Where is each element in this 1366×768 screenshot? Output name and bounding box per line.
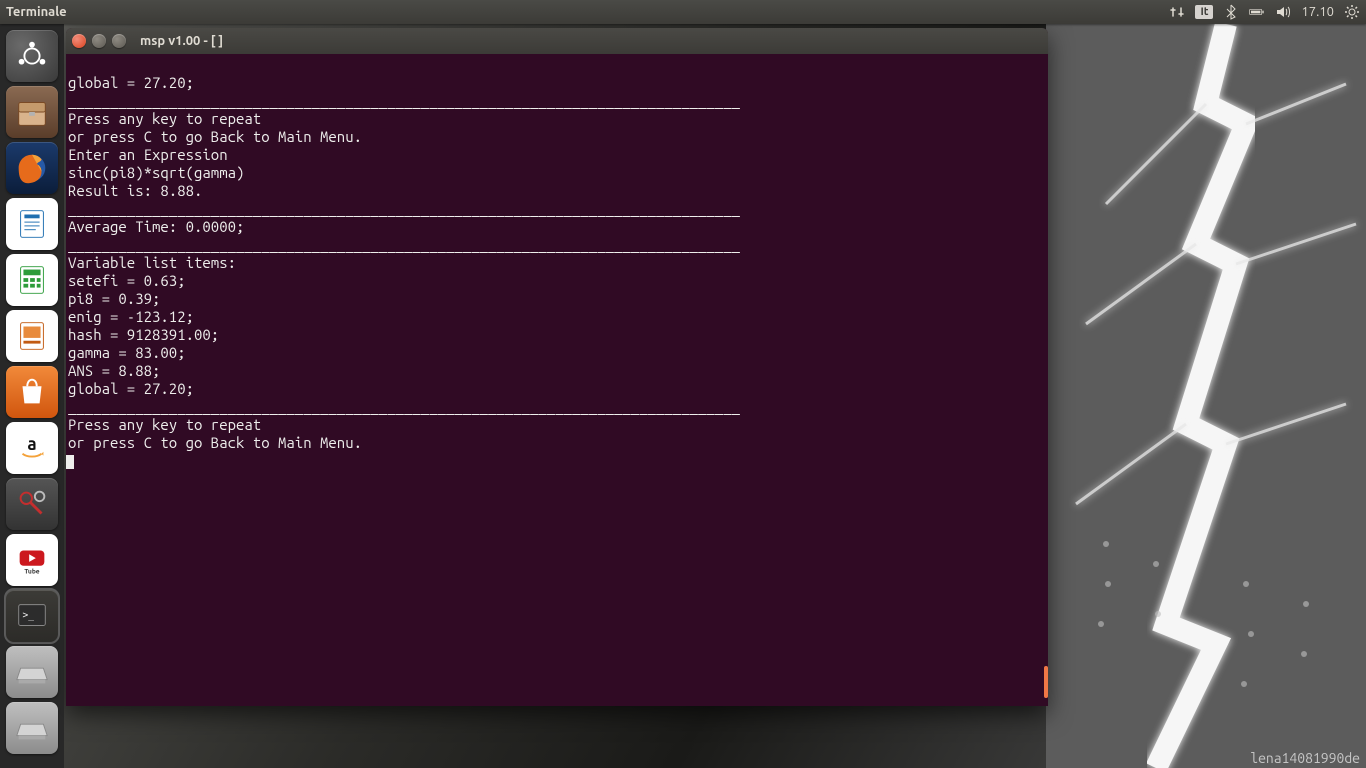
terminal-window: msp v1.00 - [ ] global = 27.20;_________… — [66, 28, 1048, 706]
terminal-line: global = 27.20; — [66, 380, 1048, 398]
launcher-amazon[interactable]: a — [6, 422, 58, 474]
amazon-icon: a — [13, 429, 51, 467]
ubuntu-logo-icon — [13, 37, 51, 75]
keyboard-layout-label: It — [1195, 5, 1213, 19]
svg-text:Tube: Tube — [24, 567, 39, 575]
terminal-line: ________________________________________… — [66, 200, 1048, 218]
network-indicator[interactable] — [1169, 4, 1185, 20]
launcher-writer[interactable] — [6, 198, 58, 250]
window-minimize-button[interactable] — [92, 34, 106, 48]
terminal-line: Press any key to repeat — [66, 110, 1048, 128]
launcher-files[interactable] — [6, 86, 58, 138]
terminal-scrollbar-thumb[interactable] — [1044, 666, 1048, 698]
terminal-line: ________________________________________… — [66, 398, 1048, 416]
launcher-dash[interactable] — [6, 30, 58, 82]
drive-icon — [13, 709, 51, 747]
sound-indicator[interactable] — [1275, 4, 1291, 20]
terminal-titlebar[interactable]: msp v1.00 - [ ] — [66, 28, 1048, 54]
window-close-button[interactable] — [72, 34, 86, 48]
terminal-line: enig = -123.12; — [66, 308, 1048, 326]
terminal-line: global = 27.20; — [66, 74, 1048, 92]
shopping-bag-icon — [13, 373, 51, 411]
terminal-body[interactable]: global = 27.20;_________________________… — [66, 54, 1048, 706]
terminal-icon: >_ — [13, 597, 51, 635]
terminal-line: pi8 = 0.39; — [66, 290, 1048, 308]
launcher-settings[interactable] — [6, 478, 58, 530]
gear-icon — [1344, 4, 1360, 20]
terminal-cursor — [66, 455, 74, 469]
youtube-icon: Tube — [13, 541, 51, 579]
launcher-calc[interactable] — [6, 254, 58, 306]
active-app-name: Terminale — [6, 0, 67, 24]
launcher-drive-2[interactable] — [6, 702, 58, 754]
clock[interactable]: 17.10 — [1301, 0, 1334, 24]
impress-icon — [13, 317, 51, 355]
wallpaper-watermark: lena14081990de — [1250, 750, 1360, 766]
drive-icon — [13, 653, 51, 691]
launcher-firefox[interactable] — [6, 142, 58, 194]
top-panel: Terminale It 17.10 — [0, 0, 1366, 24]
battery-indicator[interactable] — [1249, 4, 1265, 20]
terminal-line: Variable list items: — [66, 254, 1048, 272]
terminal-line: gamma = 83.00; — [66, 344, 1048, 362]
firefox-icon — [13, 149, 51, 187]
terminal-line: sinc(pi8)*sqrt(gamma) — [66, 164, 1048, 182]
terminal-line: Average Time: 0.0000; — [66, 218, 1048, 236]
session-indicator[interactable] — [1344, 4, 1360, 20]
terminal-line: hash = 9128391.00; — [66, 326, 1048, 344]
launcher-drive-1[interactable] — [6, 646, 58, 698]
wrench-gear-icon — [13, 485, 51, 523]
terminal-line: setefi = 0.63; — [66, 272, 1048, 290]
terminal-line: Enter an Expression — [66, 146, 1048, 164]
window-maximize-button[interactable] — [112, 34, 126, 48]
writer-icon — [13, 205, 51, 243]
launcher-impress[interactable] — [6, 310, 58, 362]
bluetooth-indicator[interactable] — [1223, 4, 1239, 20]
keyboard-layout-indicator[interactable]: It — [1195, 5, 1213, 19]
network-icon — [1169, 4, 1185, 20]
terminal-title: msp v1.00 - [ ] — [140, 34, 223, 48]
terminal-line: Result is: 8.88. — [66, 182, 1048, 200]
svg-text:>_: >_ — [23, 610, 35, 621]
svg-text:a: a — [27, 435, 36, 454]
launcher-youtube[interactable]: Tube — [6, 534, 58, 586]
terminal-line: ________________________________________… — [66, 92, 1048, 110]
calc-icon — [13, 261, 51, 299]
wallpaper-lightning — [1046, 24, 1366, 768]
terminal-line: ANS = 8.88; — [66, 362, 1048, 380]
terminal-line: ________________________________________… — [66, 236, 1048, 254]
terminal-line: or press C to go Back to Main Menu. — [66, 128, 1048, 146]
file-manager-icon — [13, 93, 51, 131]
terminal-line: or press C to go Back to Main Menu. — [66, 434, 1048, 452]
unity-launcher: a Tube >_ — [0, 24, 64, 768]
volume-icon — [1275, 4, 1291, 20]
launcher-software-center[interactable] — [6, 366, 58, 418]
bluetooth-icon — [1223, 4, 1239, 20]
terminal-line: Press any key to repeat — [66, 416, 1048, 434]
battery-icon — [1249, 4, 1265, 20]
launcher-terminal[interactable]: >_ — [6, 590, 58, 642]
